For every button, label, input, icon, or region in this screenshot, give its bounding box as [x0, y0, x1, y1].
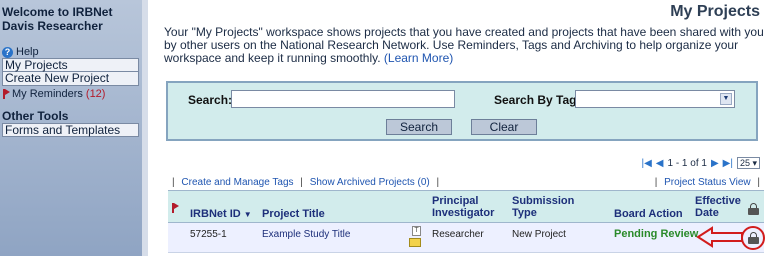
note-icon[interactable] [409, 238, 421, 247]
row-submission-type: New Project [512, 229, 566, 240]
projects-table: IRBNet ID ▼ Project Title Principal Inve… [168, 190, 765, 253]
search-label: Search: [188, 93, 233, 107]
row-project-title[interactable]: Example Study Title [262, 229, 350, 240]
pager: |◀ ◀ 1 - 1 of 1 ▶ ▶| 25 ▾ [641, 157, 760, 169]
clear-button[interactable]: Clear [471, 119, 537, 135]
show-archived-link[interactable]: Show Archived Projects (0) [310, 177, 430, 188]
sidebar-item-forms-templates[interactable]: Forms and Templates [2, 123, 139, 137]
document-icon[interactable]: T [412, 226, 421, 236]
header-submission-type[interactable]: Submission Type [512, 195, 582, 219]
page-size-select[interactable]: 25 ▾ [736, 157, 760, 169]
row-pi: Researcher [432, 229, 484, 240]
table-row[interactable]: 57255-1 Example Study Title T Researcher… [168, 223, 765, 253]
help-icon: ? [2, 46, 13, 58]
header-effective-date[interactable]: Effective Date [695, 195, 745, 219]
header-board-action[interactable]: Board Action [614, 208, 683, 220]
prev-page-icon[interactable]: ◀ [656, 158, 664, 169]
search-panel: Search: Search By Tag: ▼ Search Clear [166, 81, 758, 141]
project-title-link[interactable]: Example Study Title [262, 229, 350, 240]
search-input[interactable] [231, 90, 455, 108]
sidebar: Welcome to IRBNet Davis Researcher ? Hel… [0, 0, 148, 256]
reminders-label: My Reminders [12, 88, 83, 100]
intro-body: Your "My Projects" workspace shows proje… [164, 25, 764, 65]
project-status-view-link[interactable]: Project Status View [664, 177, 751, 188]
chevron-down-icon: ▼ [720, 93, 732, 105]
row-irbnet-id: 57255-1 [190, 229, 227, 240]
row-board-action: Pending Review [614, 228, 699, 240]
welcome-text: Welcome to IRBNet Davis Researcher [2, 5, 113, 33]
create-manage-tags-link[interactable]: Create and Manage Tags [181, 177, 293, 188]
search-button[interactable]: Search [386, 119, 452, 135]
sidebar-item-my-projects[interactable]: My Projects [2, 58, 139, 72]
search-by-tag-label: Search By Tag: [494, 93, 581, 107]
help-link[interactable]: ? Help [0, 46, 142, 58]
tag-select[interactable]: ▼ [575, 90, 735, 108]
annotation-arrow-icon [696, 226, 743, 248]
reminder-flag-icon [3, 89, 10, 99]
table-links-row: | Create and Manage Tags | Show Archived… [172, 177, 760, 188]
header-principal-investigator[interactable]: Principal Investigator [432, 195, 512, 219]
table-header: IRBNet ID ▼ Project Title Principal Inve… [168, 190, 764, 223]
header-irbnet-id[interactable]: IRBNet ID ▼ [190, 208, 252, 221]
last-page-icon[interactable]: ▶| [723, 158, 733, 169]
main-content: My Projects Your "My Projects" workspace… [154, 0, 768, 256]
page-title: My Projects [670, 3, 760, 20]
intro-text: Your "My Projects" workspace shows proje… [164, 26, 764, 65]
other-tools-heading: Other Tools [2, 109, 69, 123]
reminders-count: (12) [85, 88, 106, 100]
help-label: Help [16, 46, 39, 58]
sidebar-item-create-new-project[interactable]: Create New Project [2, 72, 139, 86]
first-page-icon[interactable]: |◀ [641, 158, 651, 169]
sidebar-item-my-reminders[interactable]: My Reminders (12) [0, 88, 142, 100]
lock-icon [748, 203, 759, 215]
sort-desc-icon: ▼ [243, 210, 252, 219]
reminder-flag-icon [172, 203, 179, 213]
page-size-value: 25 [739, 158, 750, 168]
pager-range: 1 - 1 of 1 [667, 157, 707, 169]
header-project-title[interactable]: Project Title [262, 208, 325, 220]
learn-more-link[interactable]: (Learn More) [384, 51, 453, 65]
header-irbnet-id-label: IRBNet ID [190, 208, 241, 220]
annotation-circle [741, 226, 765, 250]
next-page-icon[interactable]: ▶ [711, 158, 719, 169]
